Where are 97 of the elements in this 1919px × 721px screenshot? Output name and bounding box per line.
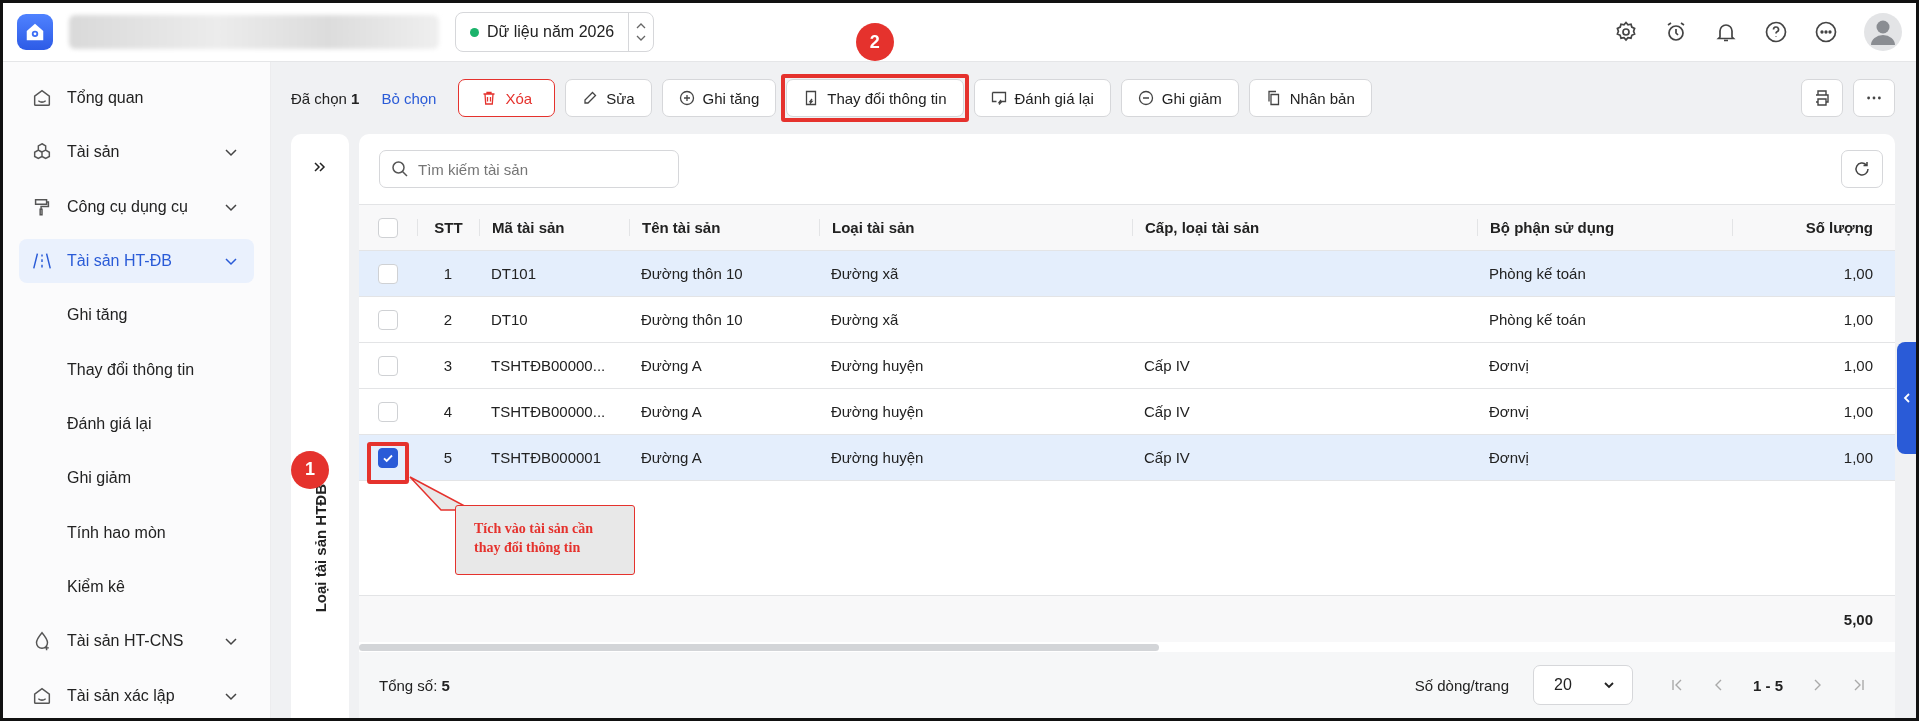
table-cell-text: 4 [442,403,454,420]
column-header: Mã tài sản [479,219,629,236]
table-cell-text: Đường thôn 10 [640,311,744,328]
table-cell-text: Đường huyện [830,357,925,374]
highlight-frame [367,441,409,484]
more-icon [1867,96,1881,100]
sidebar-subitem[interactable]: Thay đổi thông tin [19,347,254,392]
table-cell-text: 1,00 [1842,265,1874,282]
screen-icon [990,90,1007,106]
selection-count: Đã chọn 1 [291,89,360,107]
column-header: Tên tài sản [629,219,819,236]
table-cell-text: Cấp IV [1143,357,1191,374]
help-icon[interactable] [1764,20,1788,44]
column-header: Bộ phận sử dụng [1477,219,1732,236]
copy-icon [1265,90,1282,106]
table-cell-text: 1 [442,265,454,282]
trash-icon [481,90,498,106]
table-cell-text: Cấp IV [1143,449,1191,466]
status-dot-icon [470,27,479,37]
sidebar-item[interactable]: Tài sản [19,130,254,175]
page-size-select[interactable]: 20 [1533,665,1633,705]
chevron-down-icon[interactable] [635,34,648,42]
table-cell-text: Đơnvị [1488,357,1530,374]
column-header: STT [417,219,479,236]
toolbar-button[interactable]: Sửa [565,79,652,117]
table-row[interactable]: 2 DT10 Đường thôn 10 Đường xã Phòng kế toán 1,00 [359,297,1895,343]
sidebar-item[interactable]: Tổng quan [19,76,254,121]
table-row[interactable]: 1 DT101 Đường thôn 10 Đường xã Phòng kế toán 1,00 [359,251,1895,297]
total-count: Tổng số: 5 [379,676,450,694]
sidebar-item[interactable]: Tài sản HT-CNS [19,619,254,664]
table-cell-text: Phòng kế toán [1488,265,1587,282]
table-cell-text: Đường huyện [830,403,925,420]
printer-icon [1813,89,1831,107]
toolbar-button[interactable]: Thay đổi thông tin [786,79,964,117]
table-cell-text: Đường xã [830,265,900,282]
sidebar-subitem[interactable]: Ghi giảm [19,456,254,501]
table-cell-text: Đơnvị [1488,449,1530,466]
sidebar-item[interactable]: Tài sản xác lập [19,673,254,718]
page-range: 1 - 5 [1753,676,1783,694]
page-size-label: Số dòng/trang [1414,676,1509,694]
table-cell-text: DT101 [490,265,538,282]
sidebar-item[interactable]: Tài sản HT-ĐB [19,239,254,284]
table-cell-text: Đơnvị [1488,403,1530,420]
table-cell-text: Phòng kế toán [1488,311,1587,328]
callout-note: Tích vào tài sản cần thay đổi thông tin [455,505,635,575]
table-cell-text: Cấp IV [1143,403,1191,420]
table-cell-text: 5 [442,449,454,466]
select-all-checkbox[interactable] [378,217,398,238]
avatar-icon[interactable] [1864,13,1902,51]
table-cell-text: Đường A [640,357,703,374]
refresh-button[interactable] [1841,150,1883,188]
table-cell-text: Đường xã [830,311,900,328]
toolbar-button[interactable]: Nhân bản [1248,79,1372,117]
clear-selection-link[interactable]: Bỏ chọn [381,89,437,107]
toolbar-button[interactable]: Xóa [458,79,556,117]
table-cell-text: 1,00 [1842,357,1874,374]
side-drawer-tab[interactable] [1897,342,1916,454]
column-header: Số lượng [1732,219,1895,236]
pencil-icon [582,90,599,106]
chevron-up-icon[interactable] [635,22,648,30]
chevron-left-icon [1901,392,1912,404]
toolbar-button[interactable]: Đánh giá lại [973,79,1111,117]
scrollbar-thumb[interactable] [359,643,1159,651]
print-button[interactable] [1801,79,1843,117]
table-cell-text: TSHTĐB00000... [490,357,607,374]
table-cell-text: DT10 [490,311,529,328]
table-cell-text: Đường thôn 10 [640,265,744,282]
column-header: Loại tài sản [819,219,1132,236]
year-selector[interactable]: Dữ liệu năm 2026 [455,12,655,52]
table-cell-text: Đường huyện [830,449,925,466]
table-cell-text: Đường A [640,449,703,466]
settings-icon[interactable] [1614,20,1638,44]
table-cell-text: 1,00 [1842,449,1874,466]
toolbar-button[interactable]: Ghi giảm [1120,79,1239,117]
table-cell-text: 1,00 [1842,311,1874,328]
sidebar-subitem[interactable]: Tính hao mòn [19,510,254,555]
sidebar-subitem[interactable]: Kiểm kê [19,564,254,610]
column-header: Cấp, loại tài sản [1132,219,1477,236]
toolbar-button[interactable]: Ghi tăng [661,79,777,117]
table-cell-text: TSHTĐB000001 [490,449,603,466]
refresh-icon [1853,160,1871,178]
sidebar-subitem[interactable]: Ghi tăng [19,293,254,338]
more-icon[interactable] [1814,20,1838,44]
total-quantity: 5,00 [1843,610,1873,628]
table-cell-text: 1,00 [1842,403,1874,420]
table-row[interactable]: 3 TSHTĐB00000... Đường A Đường huyện Cấp IV Đơnvị 1,00 [359,343,1895,389]
sidebar-item[interactable]: Công cụ dụng cụ [19,184,254,229]
table-cell-text: Đường A [640,403,703,420]
double-chevron-icon[interactable] [313,160,327,174]
app-logo-icon[interactable] [17,14,53,50]
table-cell-text: TSHTĐB00000... [490,403,607,420]
search-field[interactable]: Tìm kiếm tài sản [379,150,679,188]
sidebar-subitem[interactable]: Đánh giá lại [19,401,254,447]
table-cell-text: 2 [442,311,454,328]
step-marker: 2 [855,23,894,61]
table-cell-text: 3 [442,357,454,374]
row-checkbox[interactable] [378,447,398,468]
